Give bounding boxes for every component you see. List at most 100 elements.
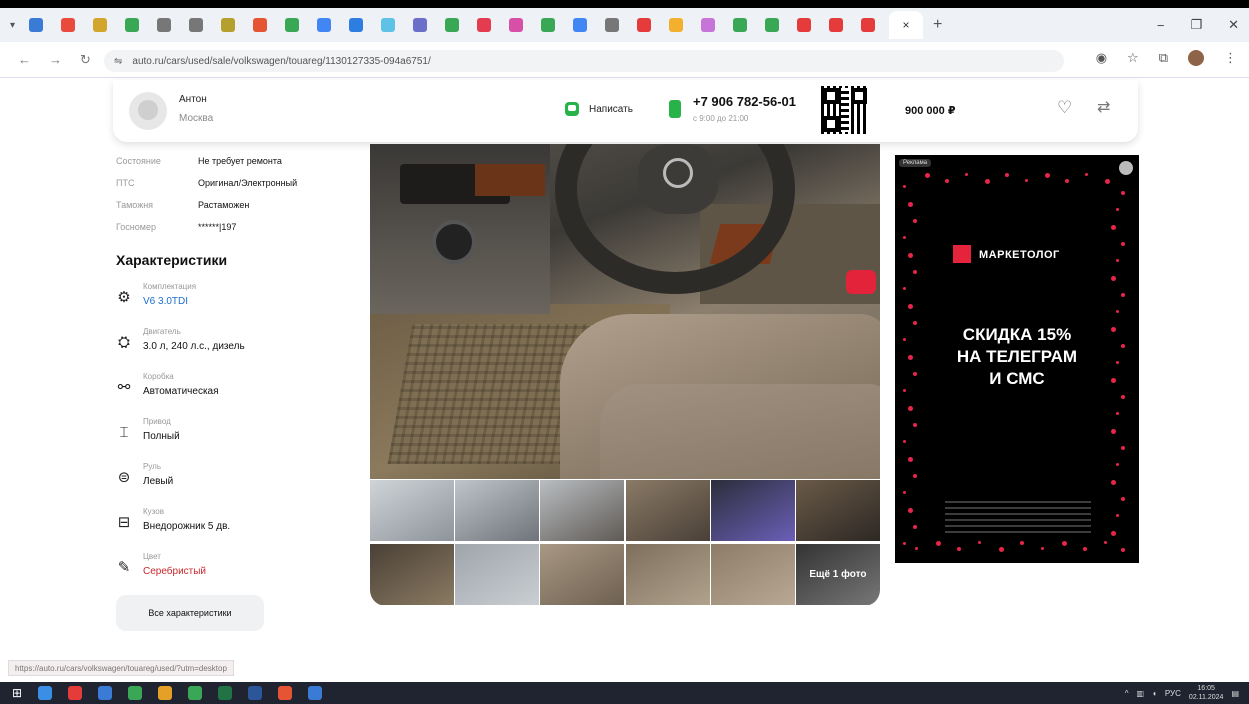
- photo-thumbnail[interactable]: [625, 544, 710, 605]
- ad-fine-print: [945, 501, 1091, 537]
- forward-icon[interactable]: →: [49, 52, 62, 67]
- seller-phone[interactable]: +7 906 782-56-01: [693, 94, 796, 109]
- photo-thumbnail[interactable]: [455, 544, 540, 605]
- tab-favicon-icon[interactable]: [381, 18, 396, 32]
- taskbar-app-icon[interactable]: [188, 686, 203, 700]
- compare-arrows-icon[interactable]: ⇄: [1097, 97, 1110, 117]
- close-window-icon[interactable]: ✕: [1228, 17, 1239, 33]
- write-message-button[interactable]: Написать: [565, 102, 633, 116]
- system-clock[interactable]: 16:05 02.11.2024: [1189, 684, 1224, 702]
- engine-icon: ⛭: [117, 334, 130, 351]
- tab-favicon-icon[interactable]: [253, 18, 268, 32]
- back-icon[interactable]: ←: [18, 52, 31, 67]
- spec-value: Полный: [143, 431, 180, 442]
- spec-value[interactable]: V6 3.0TDI: [143, 296, 188, 307]
- tab-favicon-icon[interactable]: [221, 18, 236, 32]
- tab-favicon-icon[interactable]: [829, 18, 844, 32]
- hide-eye-icon[interactable]: ◉: [1096, 50, 1107, 66]
- extensions-icon[interactable]: ⧉: [1159, 50, 1168, 66]
- spec-label: Коробка: [143, 372, 174, 381]
- url-field[interactable]: ⇋ auto.ru/cars/used/sale/volkswagen/toua…: [104, 50, 1064, 72]
- seller-city: Москва: [179, 113, 214, 124]
- taskbar-app-icon[interactable]: [98, 686, 113, 700]
- minimize-icon[interactable]: −: [1157, 18, 1165, 33]
- ad-decor-dot: [903, 491, 906, 494]
- new-tab-button[interactable]: +: [933, 16, 942, 34]
- close-tab-icon[interactable]: ×: [903, 18, 910, 32]
- ad-decor-dot: [1121, 395, 1125, 399]
- taskbar-app-icon[interactable]: [218, 686, 233, 700]
- tab-favicon-icon[interactable]: [477, 18, 492, 32]
- bookmark-star-icon[interactable]: ☆: [1127, 50, 1139, 66]
- photo-thumbnail[interactable]: [795, 480, 880, 541]
- tab-favicon-icon[interactable]: [701, 18, 716, 32]
- tab-favicon-icon[interactable]: [445, 18, 460, 32]
- photo-thumbnail[interactable]: [625, 480, 710, 541]
- tab-favicon-icon[interactable]: [29, 18, 44, 32]
- ad-decor-dot: [913, 474, 917, 478]
- input-language[interactable]: РУС: [1165, 689, 1181, 698]
- tab-favicon-icon[interactable]: [349, 18, 364, 32]
- ad-decor-dot: [1020, 541, 1024, 545]
- tab-search-chevron-icon[interactable]: ▾: [10, 20, 15, 31]
- property-row: Таможня Растаможен: [116, 194, 366, 216]
- tab-favicon-icon[interactable]: [765, 18, 780, 32]
- tab-favicon-icon[interactable]: [93, 18, 108, 32]
- photo-thumbnail[interactable]: [455, 480, 540, 541]
- photo-thumbnail[interactable]: [540, 480, 625, 541]
- ad-banner[interactable]: Реклама МАРКЕТОЛОГ СКИДКА 15% НА ТЕЛЕГРА…: [895, 155, 1139, 563]
- tab-favicon-icon[interactable]: [285, 18, 300, 32]
- volume-icon[interactable]: ◖: [1152, 689, 1157, 698]
- start-windows-icon[interactable]: ⊞: [12, 686, 22, 700]
- tab-favicon-icon[interactable]: [125, 18, 140, 32]
- photo-thumbnail[interactable]: [370, 480, 454, 541]
- active-tab[interactable]: ×: [889, 11, 924, 39]
- browser-menu-icon[interactable]: ⋮: [1224, 50, 1237, 66]
- tab-favicon-icon[interactable]: [669, 18, 684, 32]
- spec-row: ✎ Цвет Серебристый: [116, 550, 366, 595]
- tab-favicon-icon[interactable]: [733, 18, 748, 32]
- tab-favicon-icon[interactable]: [541, 18, 556, 32]
- profile-avatar[interactable]: [1188, 50, 1204, 66]
- seller-avatar[interactable]: [129, 92, 167, 130]
- tab-favicon-icon[interactable]: [797, 18, 812, 32]
- photo-thumbnail[interactable]: Ещё 1 фото: [795, 544, 880, 605]
- reload-icon[interactable]: ↻: [80, 52, 91, 68]
- ad-close-icon[interactable]: [1119, 161, 1133, 175]
- tab-favicon-icon[interactable]: [413, 18, 428, 32]
- ad-decor-dot: [1121, 191, 1125, 195]
- main-photo[interactable]: [370, 144, 880, 479]
- photo-thumbnail[interactable]: [710, 480, 795, 541]
- tab-favicon-icon[interactable]: [61, 18, 76, 32]
- tab-favicon-icon[interactable]: [509, 18, 524, 32]
- tab-favicon-icon[interactable]: [861, 18, 876, 32]
- tab-favicon-icon[interactable]: [573, 18, 588, 32]
- steering-wheel-icon: ⊜: [117, 469, 131, 486]
- tab-favicon-icon[interactable]: [189, 18, 204, 32]
- network-icon[interactable]: ▥: [1136, 689, 1144, 698]
- spec-label: Кузов: [143, 507, 164, 516]
- taskbar-app-icon[interactable]: [38, 686, 53, 700]
- tray-chevron-icon[interactable]: ^: [1125, 689, 1129, 698]
- seller-name[interactable]: Антон: [179, 94, 207, 105]
- all-specs-button[interactable]: Все характеристики: [116, 595, 264, 631]
- photo-thumbnail[interactable]: [540, 544, 625, 605]
- tab-favicon-icon[interactable]: [157, 18, 172, 32]
- restore-icon[interactable]: ❐: [1190, 17, 1202, 33]
- taskbar-app-icon[interactable]: [128, 686, 143, 700]
- site-info-icon[interactable]: ⇋: [114, 56, 122, 67]
- notifications-icon[interactable]: ▤: [1231, 689, 1239, 698]
- ad-decor-dot: [1111, 429, 1116, 434]
- taskbar-app-icon[interactable]: [278, 686, 293, 700]
- taskbar-app-icon[interactable]: [158, 686, 173, 700]
- spec-row: ⌶ Привод Полный: [116, 415, 366, 460]
- taskbar-app-icon[interactable]: [308, 686, 323, 700]
- tab-favicon-icon[interactable]: [605, 18, 620, 32]
- tab-favicon-icon[interactable]: [637, 18, 652, 32]
- photo-thumbnail[interactable]: [710, 544, 795, 605]
- taskbar-app-icon[interactable]: [68, 686, 83, 700]
- favorite-heart-icon[interactable]: ♡: [1057, 98, 1072, 118]
- taskbar-app-icon[interactable]: [248, 686, 263, 700]
- tab-favicon-icon[interactable]: [317, 18, 332, 32]
- photo-thumbnail[interactable]: [370, 544, 454, 605]
